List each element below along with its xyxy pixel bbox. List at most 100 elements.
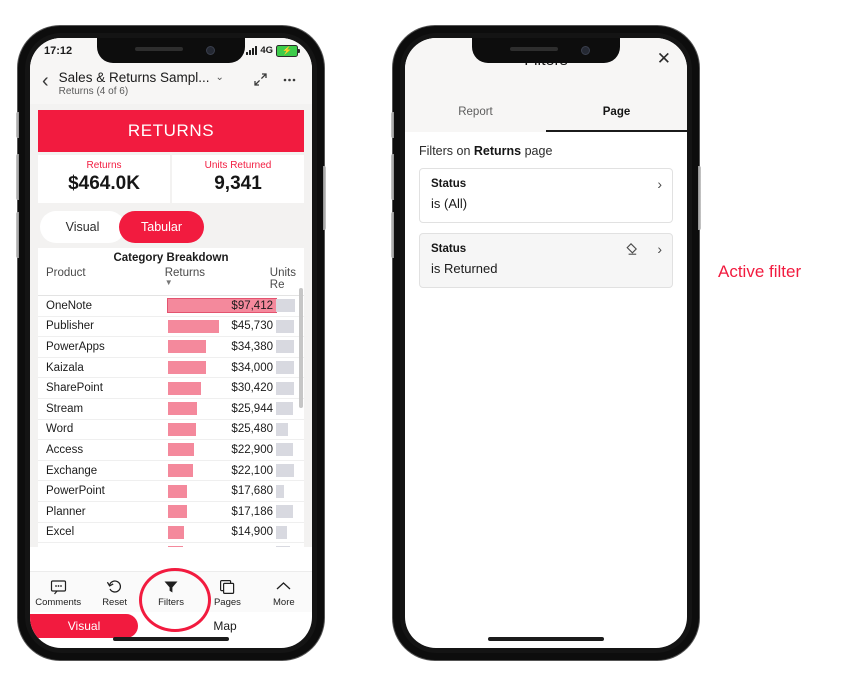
bottom-toolbar: Comments Reset Filters Pages More	[30, 571, 312, 612]
filter-card-status-returned[interactable]: Status is Returned ›	[419, 233, 673, 288]
units-bar	[276, 340, 294, 354]
toolbar-item-reset[interactable]: Reset	[86, 577, 142, 608]
table-row[interactable]: OneNote $97,412	[38, 296, 304, 317]
chevron-right-icon[interactable]: ›	[657, 176, 662, 192]
filter-field-name: Status	[431, 178, 467, 190]
table-row[interactable]: SharePoint $30,420	[38, 378, 304, 399]
volume-up-button[interactable]	[16, 154, 19, 200]
cell-units-returned	[276, 360, 296, 375]
filter-field-value: is Returned	[431, 261, 498, 276]
column-header-units-returned[interactable]: Units Re	[270, 267, 296, 291]
home-indicator[interactable]	[113, 637, 229, 641]
cell-product: Exchange	[46, 464, 98, 477]
comment-icon	[30, 577, 86, 596]
power-button[interactable]	[323, 166, 326, 230]
cell-units-returned	[276, 401, 296, 416]
table-title: Category Breakdown	[113, 252, 229, 264]
table-row[interactable]: PowerPoint $17,680	[38, 481, 304, 502]
eraser-clear-icon[interactable]	[624, 242, 638, 261]
scope-suffix: page	[521, 144, 553, 158]
toolbar-item-filters[interactable]: Filters	[143, 577, 199, 608]
volume-down-button[interactable]	[16, 212, 19, 258]
kpi-card-units-returned[interactable]: Units Returned 9,341	[172, 155, 304, 203]
table-row[interactable]: Stream $25,944	[38, 399, 304, 420]
volume-up-button[interactable]	[391, 154, 394, 200]
returns-value: $25,480	[231, 423, 273, 436]
toolbar-item-more[interactable]: More	[256, 577, 312, 608]
returns-value: $25,944	[231, 402, 273, 415]
toolbar-label: Comments	[35, 597, 82, 608]
filter-card-status-all[interactable]: Status is (All) ›	[419, 168, 673, 223]
table-row[interactable]: Excel $14,900	[38, 523, 304, 544]
returns-value: $34,000	[231, 361, 273, 374]
table-row[interactable]: Planner $17,186	[38, 502, 304, 523]
expand-arrows-icon[interactable]	[248, 68, 273, 96]
filter-field-value: is (All)	[431, 196, 468, 211]
table-row[interactable]: Kaizala $34,000	[38, 358, 304, 379]
cell-product: Access	[46, 443, 84, 456]
page-tab-map[interactable]: Map	[138, 614, 312, 638]
cell-product: Word	[46, 423, 74, 436]
cell-product: Publisher	[46, 320, 94, 333]
close-x-icon[interactable]: ✕	[657, 50, 671, 68]
table-vertical-scrollbar[interactable]	[299, 288, 303, 408]
volume-down-button[interactable]	[391, 212, 394, 258]
kpi-card-returns[interactable]: Returns $464.0K	[38, 155, 170, 203]
table-body: OneNote $97,412 Publisher $45,730 PowerApps $…	[38, 296, 304, 547]
power-button[interactable]	[698, 166, 701, 230]
units-bar	[276, 361, 295, 375]
cell-returns: $34,000	[168, 360, 276, 375]
chevron-right-icon[interactable]: ›	[657, 241, 662, 257]
table-row[interactable]: Exchange $22,100	[38, 461, 304, 482]
returns-value: $14,900	[231, 526, 273, 539]
cell-returns: $30,420	[168, 381, 276, 396]
returns-value: $22,900	[231, 443, 273, 456]
category-breakdown-table[interactable]: Category Breakdown Product Returns ▼ Uni…	[38, 248, 304, 547]
cell-product: Planner	[46, 505, 86, 518]
cell-units-returned	[276, 319, 296, 334]
table-row[interactable]: Publisher $45,730	[38, 317, 304, 338]
column-header-returns[interactable]: Returns ▼	[165, 267, 270, 287]
mute-switch[interactable]	[16, 112, 19, 138]
right-phone-bezel: Filters ✕ Report Page Filters on Returns…	[400, 33, 692, 653]
returns-value: $17,680	[231, 485, 273, 498]
table-row[interactable]: PowerApps $34,380	[38, 337, 304, 358]
returns-value: $17,186	[231, 505, 273, 518]
page-tab-visual[interactable]: Visual	[30, 613, 138, 638]
cell-product: PowerApps	[46, 340, 105, 353]
ellipsis-icon[interactable]	[277, 68, 302, 96]
cell-returns: $17,680	[168, 484, 276, 499]
cell-product: PowerPoint	[46, 485, 105, 498]
kpi-label: Units Returned	[204, 160, 272, 171]
toggle-visual-button[interactable]: Visual	[40, 211, 125, 243]
toolbar-label: Reset	[102, 597, 128, 608]
tab-report[interactable]: Report	[405, 102, 546, 132]
filters-scope-label: Filters on Returns page	[419, 144, 673, 158]
cell-returns: $25,480	[168, 422, 276, 437]
back-chevron-icon[interactable]: ‹	[40, 68, 55, 94]
kpi-row: Returns $464.0K Units Returned 9,341	[38, 155, 304, 203]
page-tab-strip: Visual Map	[30, 612, 312, 639]
units-bar	[276, 525, 287, 539]
filters-tab-strip: Report Page	[405, 102, 687, 132]
cell-returns: $25,944	[168, 401, 276, 416]
toolbar-item-comments[interactable]: Comments	[30, 577, 86, 608]
mute-switch[interactable]	[391, 112, 394, 138]
chevron-down-icon[interactable]: ⌄	[216, 72, 224, 83]
toggle-tabular-button[interactable]: Tabular	[119, 211, 204, 243]
table-row[interactable]: Word $25,480	[38, 420, 304, 441]
table-row[interactable]: Outlook$14,112	[38, 543, 304, 547]
cell-units-returned	[276, 463, 296, 478]
toolbar-item-pages[interactable]: Pages	[199, 577, 255, 608]
units-bar	[276, 381, 294, 395]
table-row[interactable]: Access $22,900	[38, 440, 304, 461]
kpi-label: Returns	[86, 160, 122, 171]
units-bar	[276, 505, 294, 519]
cell-units-returned	[276, 381, 296, 396]
column-header-product[interactable]: Product	[46, 267, 165, 279]
tab-page[interactable]: Page	[546, 102, 687, 132]
report-banner: RETURNS	[38, 110, 304, 152]
report-title-line[interactable]: Sales & Returns Sampl... ⌄	[59, 70, 244, 85]
home-indicator[interactable]	[488, 637, 604, 641]
cell-units-returned	[276, 504, 296, 519]
